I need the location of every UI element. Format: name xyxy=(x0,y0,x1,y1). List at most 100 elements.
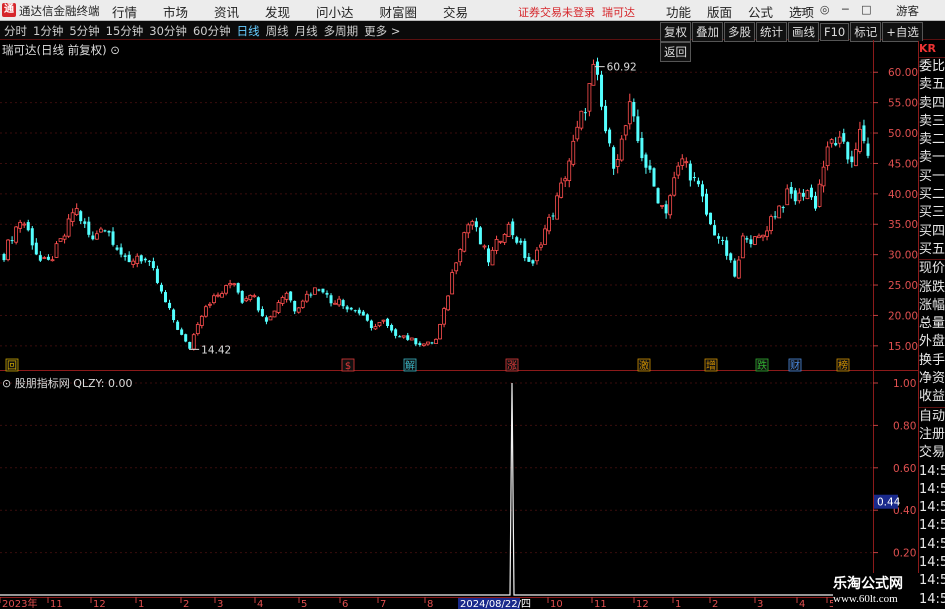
candle xyxy=(94,230,99,240)
period-tab-10[interactable]: 更多 > xyxy=(364,24,400,38)
settings-icon[interactable]: ◎ xyxy=(820,3,830,16)
menu-quotes[interactable]: 行情 xyxy=(112,5,137,20)
period-tab-4[interactable]: 30分钟 xyxy=(149,24,187,38)
candle-body xyxy=(296,307,301,313)
candle xyxy=(345,305,349,313)
period-tab-5[interactable]: 60分钟 xyxy=(193,24,231,38)
quote-field-4: 卖三 xyxy=(919,113,945,129)
menu-trade[interactable]: 交易 xyxy=(443,5,468,20)
tool-button-5[interactable]: F10 xyxy=(820,23,850,41)
period-tab-1[interactable]: 1分钟 xyxy=(33,24,63,38)
tool-button-0[interactable]: 复权 xyxy=(660,22,691,42)
menu-wealth[interactable]: 财富圈 xyxy=(380,5,418,20)
menu-formula[interactable]: 公式 xyxy=(748,5,773,20)
candle-body xyxy=(466,224,471,234)
candle xyxy=(381,319,386,324)
candle xyxy=(252,293,257,298)
period-tab-2[interactable]: 5分钟 xyxy=(69,24,99,38)
candle-body xyxy=(34,242,38,255)
tool-button-6[interactable]: 标记 xyxy=(850,22,882,42)
time-tick-label: 7 xyxy=(380,599,386,609)
menu-discover[interactable]: 发现 xyxy=(265,5,290,20)
candle-body xyxy=(700,184,704,197)
candle xyxy=(486,245,490,267)
menu-function[interactable]: 功能 xyxy=(666,5,691,20)
period-tab-9[interactable]: 多周期 xyxy=(324,24,359,38)
tool-button-7[interactable]: +自选 xyxy=(882,22,923,42)
layout-icon[interactable]: ▭ xyxy=(797,3,807,16)
quote-field-6: 卖一 xyxy=(919,150,945,166)
cursor-value-label: 0.44 xyxy=(877,497,901,509)
menu-ask[interactable]: 问小达 xyxy=(316,5,354,20)
candle xyxy=(176,320,180,331)
candle-body xyxy=(474,221,478,228)
candle-body xyxy=(769,216,773,232)
candle-body xyxy=(587,83,592,112)
candle-body xyxy=(527,256,531,262)
candle-body xyxy=(14,226,19,243)
login-notice[interactable]: 证券交易未登录 瑞可达 xyxy=(518,4,635,20)
tool-button-3[interactable]: 统计 xyxy=(756,22,787,42)
chart-area[interactable]: 60.92 14.42 60.00 55.00 50.00 45.00 40.00 35.0… xyxy=(0,40,918,609)
maximize-icon[interactable]: □ xyxy=(861,3,871,16)
candle-body xyxy=(50,259,55,262)
candle xyxy=(268,315,273,321)
candle xyxy=(539,241,543,251)
candle-body xyxy=(515,237,519,243)
period-tab-3[interactable]: 15分钟 xyxy=(106,24,144,38)
period-tab-6[interactable]: 日线 xyxy=(237,24,260,38)
quote-field-12: 现价 xyxy=(919,259,945,278)
quote-field-24: 14:5( xyxy=(919,481,945,497)
candle xyxy=(325,290,329,298)
candle-body xyxy=(199,315,204,326)
candle xyxy=(276,299,281,315)
window-controls: ▭ ◎ ─ □ xyxy=(797,3,881,16)
period-toolbar: 分时 1分钟 5分钟 15分钟 30分钟 60分钟 日线 周线 月线 多周期 更多 > 复权 叠加 多股… xyxy=(0,21,945,62)
period-tab-8[interactable]: 月线 xyxy=(295,24,318,38)
chevron-down-icon[interactable]: ⊙ xyxy=(2,377,11,390)
menu-layout[interactable]: 版面 xyxy=(707,5,732,20)
quote-field-3: 卖四 xyxy=(919,95,945,111)
candle-body xyxy=(321,288,325,293)
candle xyxy=(353,309,357,313)
menu-news[interactable]: 资讯 xyxy=(214,5,239,20)
candle-body xyxy=(575,126,580,140)
tool-button-2[interactable]: 多股 xyxy=(724,22,755,42)
tool-button-1[interactable]: 叠加 xyxy=(692,22,723,42)
quote-field-21[interactable]: 注册 xyxy=(919,426,945,444)
candle-body xyxy=(236,283,240,293)
quote-field-22[interactable]: 交易 xyxy=(919,444,945,462)
candle xyxy=(184,333,188,343)
quote-field-9: 买三 xyxy=(919,205,945,221)
candle xyxy=(155,265,159,285)
menu-market[interactable]: 市场 xyxy=(163,5,188,20)
chart-title[interactable]: 瑞可达(日线 前复权) ⊙ xyxy=(2,42,120,58)
candle-body xyxy=(22,223,27,226)
quote-field-20[interactable]: 自动 xyxy=(919,406,945,426)
tool-button-4[interactable]: 画线 xyxy=(788,22,819,42)
candle-body xyxy=(212,295,216,304)
candle-body xyxy=(10,240,14,242)
time-tick-label: 11 xyxy=(594,599,607,609)
minimize-icon[interactable]: ─ xyxy=(842,3,849,16)
candle-body xyxy=(539,244,543,248)
time-tick-label: 3 xyxy=(757,599,763,609)
period-tab-7[interactable]: 周线 xyxy=(266,24,289,38)
chevron-down-icon[interactable]: ⊙ xyxy=(110,43,120,57)
indicator-title[interactable]: ⊙ 股朋指标网 QLZY: 0.00 xyxy=(2,375,133,391)
candle-body xyxy=(862,125,866,142)
candle-body xyxy=(535,249,539,262)
candle-body xyxy=(349,307,353,310)
quote-field-14: 涨幅 xyxy=(919,297,945,313)
candle xyxy=(765,226,769,241)
candle xyxy=(426,341,430,346)
candle-body xyxy=(276,302,281,313)
candle-body xyxy=(506,223,511,237)
guest-label[interactable]: 游客 xyxy=(896,3,919,19)
candle xyxy=(559,177,564,199)
period-tab-0[interactable]: 分时 xyxy=(4,24,27,38)
candle-body xyxy=(619,138,624,161)
candle xyxy=(199,314,204,329)
candle xyxy=(131,258,136,268)
time-tick-label: 1 xyxy=(138,599,144,609)
